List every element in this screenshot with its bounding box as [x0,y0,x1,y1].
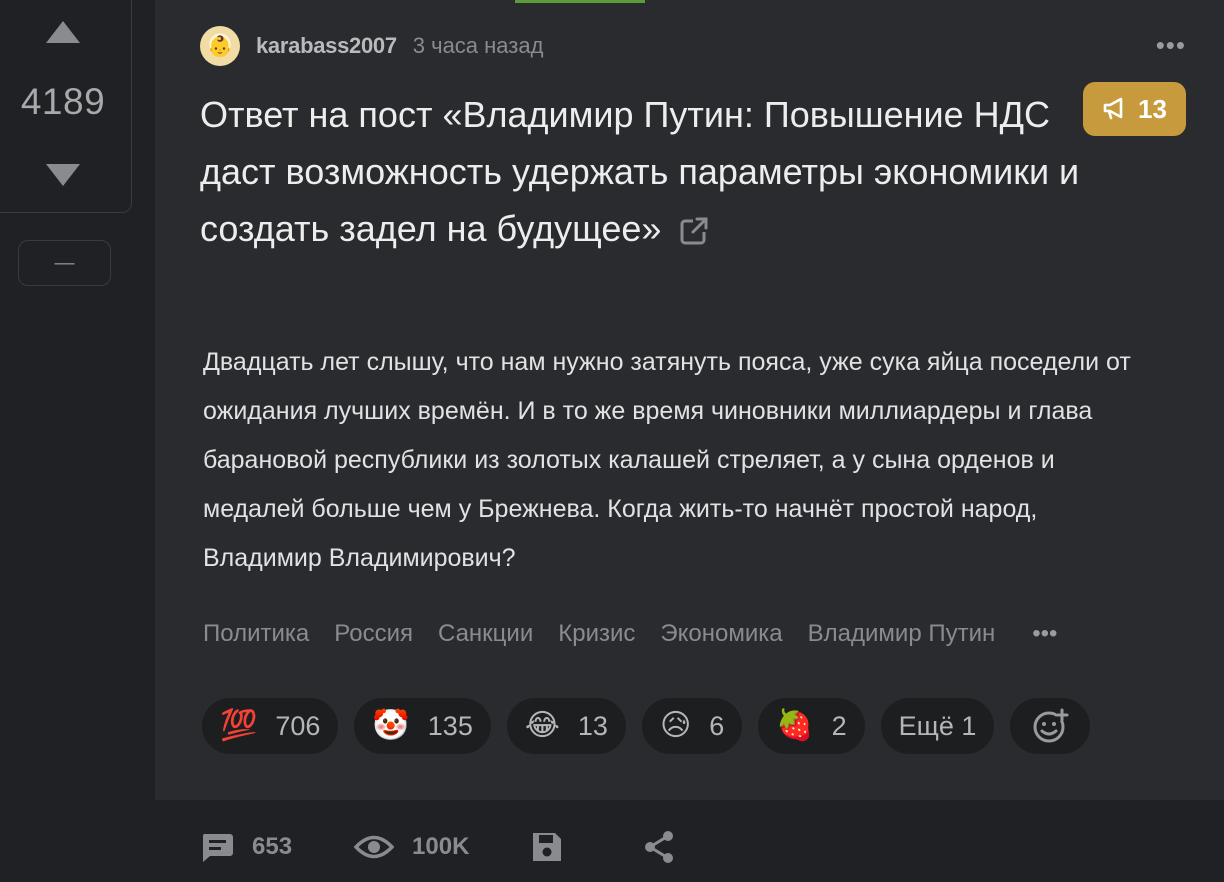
comment-icon [202,834,233,862]
post-title[interactable]: Ответ на пост «Владимир Путин: Повышение… [200,86,1080,257]
tag-list: Политика Россия Санкции Кризис Экономика… [203,620,1057,648]
reaction-count: 6 [709,710,725,741]
tears-of-joy-icon: 😂 [524,708,560,743]
reaction-clown[interactable]: 🤡 135 [354,698,491,754]
post-time[interactable]: 3 часа назад [413,33,544,59]
reaction-strawberry[interactable]: 🍓 2 [758,698,865,754]
reactions-more-button[interactable]: Ещё 1 [880,698,995,754]
comments-button[interactable]: 653 [200,831,292,863]
hundred-points-icon: 💯 [220,708,258,743]
collapse-button[interactable]: — [18,240,111,286]
external-link-icon[interactable] [679,216,709,246]
rating-column: 4189 — [0,0,155,882]
add-emoji-icon [1033,708,1070,743]
tag[interactable]: Россия [334,620,413,648]
share-button[interactable] [643,830,693,864]
views-count: 100K [412,833,470,860]
page: 4189 — 👶 karabass2007 3 часа назад ••• О… [0,0,1224,882]
sad-face-icon: 😥 [659,708,692,743]
post-menu-button[interactable]: ••• [1156,30,1186,61]
tag[interactable]: Санкции [438,620,533,648]
accent-bar [515,0,645,3]
tag[interactable]: Политика [203,620,309,648]
post-body: Двадцать лет слышу, что нам нужно затяну… [203,348,1131,572]
tag[interactable]: Экономика [660,620,782,648]
reaction-laughing[interactable]: 😂 13 [506,698,626,754]
eye-icon [354,835,395,859]
reaction-bar: 💯 706 🤡 135 😂 13 😥 6 🍓 2 Ещё 1 [202,698,1106,754]
rating-value: 4189 [20,81,106,122]
comments-count: 653 [252,833,293,860]
community-badge[interactable]: 13 [1083,82,1186,136]
add-reaction-button[interactable] [1010,698,1091,754]
avatar[interactable]: 👶 [200,26,240,66]
rating-box: 4189 [0,0,132,213]
reaction-count: 706 [275,710,321,741]
reaction-count: 135 [427,710,473,741]
clown-face-icon: 🤡 [372,708,410,743]
save-icon [533,833,562,861]
post-footer: 653 100K [200,830,755,864]
reaction-count: 13 [577,710,608,741]
tag[interactable]: Кризис [558,620,635,648]
author-name[interactable]: karabass2007 [256,33,397,59]
badge-count: 13 [1138,93,1167,124]
vote-down-icon[interactable] [46,164,80,186]
post-title-text[interactable]: Ответ на пост «Владимир Путин: Повышение… [200,94,1079,249]
author-row: 👶 karabass2007 3 часа назад [200,26,543,66]
share-icon [645,831,674,863]
save-button[interactable] [531,831,581,863]
reaction-sad[interactable]: 😥 6 [641,698,743,754]
views-counter: 100K [354,833,469,861]
megaphone-icon [1103,97,1123,120]
reaction-count: 2 [831,710,847,741]
reaction-hundred[interactable]: 💯 706 [202,698,339,754]
tags-more-button[interactable]: ••• [1032,620,1057,648]
tag[interactable]: Владимир Путин [808,620,996,648]
post-card: 👶 karabass2007 3 часа назад ••• Ответ на… [155,0,1224,800]
strawberry-icon: 🍓 [776,708,814,743]
vote-up-icon[interactable] [46,21,80,43]
